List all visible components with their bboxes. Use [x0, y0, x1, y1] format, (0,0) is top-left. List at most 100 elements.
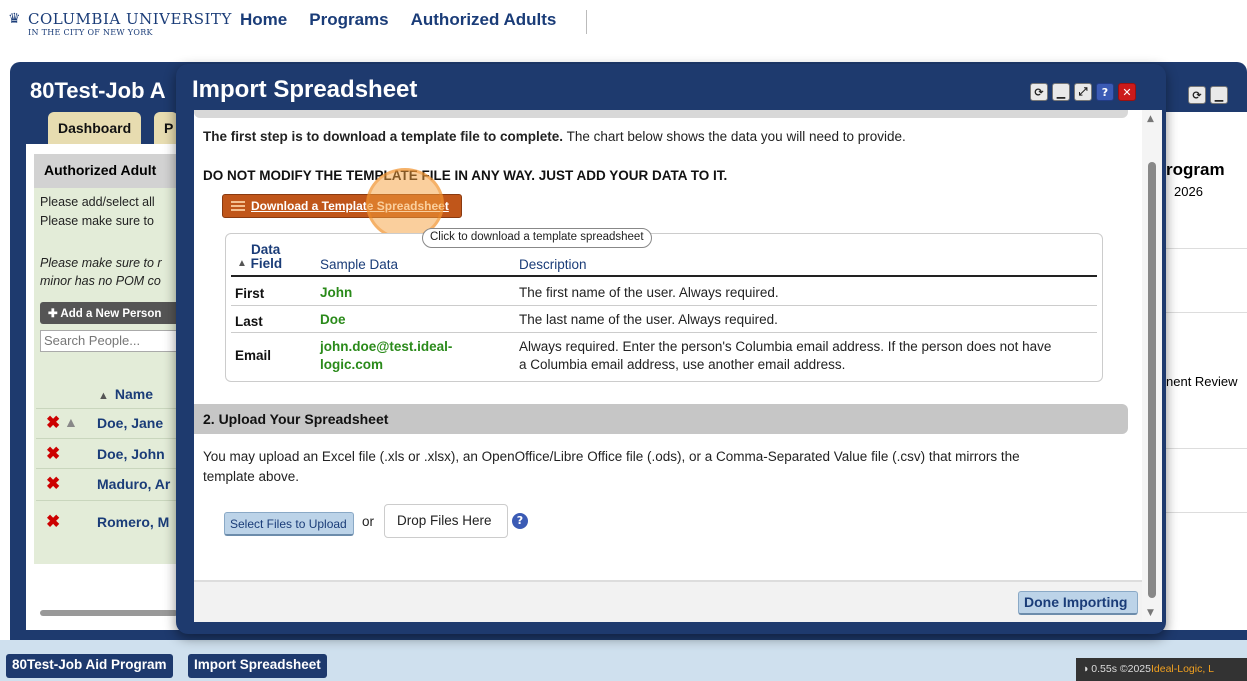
data-field-header-line1: Data [251, 242, 281, 257]
program-title: rogram [1166, 160, 1225, 179]
person-name[interactable]: Doe, John [97, 446, 165, 462]
top-navigation: ♛ COLUMBIA UNIVERSITY IN THE CITY OF NEW… [0, 0, 1247, 50]
logo-name: COLUMBIA UNIVERSITY [28, 10, 232, 28]
section-upload-header: 2. Upload Your Spreadsheet [194, 404, 1128, 434]
crown-icon: ♛ [8, 11, 21, 27]
name-column-header[interactable]: ▲ Name [98, 386, 153, 402]
panel-text-line: Please make sure to [40, 214, 154, 228]
delete-icon[interactable]: ✖ [46, 474, 60, 494]
help-icon[interactable]: ? [512, 513, 528, 529]
delete-icon[interactable]: ✖ [46, 413, 60, 433]
or-label: or [362, 514, 375, 529]
minimize-icon[interactable]: ▁ [1052, 83, 1070, 101]
refresh-icon[interactable]: ⟳ [1030, 83, 1048, 101]
column-header-data-field[interactable]: Data ▲ Field [237, 243, 282, 271]
done-importing-button[interactable]: Done Importing [1018, 591, 1138, 615]
program-year: 2026 [1174, 184, 1203, 199]
dialog-title: Import Spreadsheet [192, 76, 418, 103]
description-cell: The first name of the user. Always requi… [519, 285, 779, 300]
taskbar-tab-import[interactable]: Import Spreadsheet [188, 654, 327, 678]
footer-info: ◑ 0.55s ©2025Ideal-Logic, L [1076, 658, 1247, 681]
background-window-controls: ⟳ ▁ [1188, 86, 1228, 104]
sample-cell: John [320, 285, 353, 300]
scrollbar-thumb[interactable] [1148, 162, 1156, 598]
delete-icon[interactable]: ✖ [46, 512, 60, 532]
warning-icon: ▲ [64, 414, 78, 430]
upload-instructions: You may upload an Excel file (.xls or .x… [203, 447, 1113, 487]
field-cell: Last [235, 314, 263, 329]
logo-subtitle: IN THE CITY OF NEW YORK [28, 28, 153, 37]
vertical-scrollbar[interactable]: ▲ ▼ [1142, 110, 1162, 622]
person-name[interactable]: Doe, Jane [97, 415, 163, 431]
drop-files-zone[interactable]: Drop Files Here [384, 504, 508, 538]
plus-icon: ✚ [48, 308, 61, 320]
intro-bold: The first step is to download a template… [203, 129, 564, 144]
table-header-rule [231, 275, 1097, 277]
select-files-button[interactable]: Select Files to Upload [224, 512, 354, 536]
refresh-icon[interactable]: ⟳ [1188, 86, 1206, 104]
row-divider [36, 468, 182, 469]
field-cell: First [235, 286, 265, 301]
name-header-label: Name [114, 386, 154, 402]
upload-text-line2: template above. [203, 469, 300, 484]
nav-divider [586, 10, 587, 34]
taskbar-tab-program[interactable]: 80Test-Job Aid Program [6, 654, 173, 678]
review-label: nent Review [1166, 374, 1238, 389]
main-nav: Home Programs Authorized Adults [240, 10, 556, 30]
footer-brand[interactable]: Ideal-Logic, L [1151, 663, 1214, 675]
warning-text: DO NOT MODIFY THE TEMPLATE FILE IN ANY W… [203, 168, 728, 183]
intro-rest: The chart below shows the data you will … [563, 129, 906, 144]
dialog-footer [194, 580, 1142, 622]
panel-italic-line: Please make sure to r [40, 256, 162, 270]
scroll-down-icon[interactable]: ▼ [1147, 608, 1154, 618]
row-divider [36, 438, 182, 439]
description-line1: Always required. Enter the person's Colu… [519, 339, 1052, 354]
tab-partial[interactable]: P [154, 112, 178, 146]
person-name[interactable]: Maduro, Ar [97, 476, 170, 492]
panel-text-line: Please add/select all [40, 195, 155, 209]
column-header-description[interactable]: Description [519, 257, 587, 272]
scroll-up-icon[interactable]: ▲ [1147, 114, 1154, 124]
row-divider [36, 408, 182, 409]
delete-icon[interactable]: ✖ [46, 444, 60, 464]
sample-email-line2: logic.com [320, 357, 384, 372]
row-divider [231, 305, 1097, 306]
row-divider [231, 332, 1097, 333]
column-header-sample-data[interactable]: Sample Data [320, 257, 398, 272]
nav-authorized-adults[interactable]: Authorized Adults [411, 10, 557, 30]
person-name[interactable]: Romero, M [97, 514, 169, 530]
sample-email-line1: john.doe@test.ideal- [320, 339, 453, 354]
divider [1160, 248, 1247, 249]
add-person-label: Add a New Person [60, 308, 162, 320]
spreadsheet-icon [231, 201, 245, 211]
sample-cell: john.doe@test.ideal- logic.com [320, 338, 452, 374]
timer-icon: ◑ [1082, 663, 1089, 675]
search-people-input[interactable]: Search People... [40, 330, 180, 352]
minimize-icon[interactable]: ▁ [1210, 86, 1228, 104]
sort-asc-icon: ▲ [237, 258, 247, 269]
add-person-button[interactable]: ✚ Add a New Person [40, 302, 180, 324]
close-icon[interactable]: ✕ [1118, 83, 1136, 101]
download-tooltip: Click to download a template spreadsheet [422, 228, 652, 248]
tab-dashboard[interactable]: Dashboard [48, 112, 142, 146]
divider [1160, 448, 1247, 449]
section-band [194, 110, 1128, 118]
panel-title: Authorized Adult [34, 154, 182, 188]
maximize-icon[interactable]: ⤢ [1074, 83, 1092, 101]
footer-timing: 0.55s [1091, 663, 1117, 675]
scrollbar-thumb[interactable] [40, 610, 178, 616]
divider [1160, 512, 1247, 513]
divider [1160, 312, 1247, 313]
sample-cell: Doe [320, 312, 346, 327]
description-cell: The last name of the user. Always requir… [519, 312, 778, 327]
horizontal-scrollbar[interactable] [28, 606, 178, 620]
row-divider [36, 500, 182, 501]
nav-programs[interactable]: Programs [309, 10, 388, 30]
intro-text: The first step is to download a template… [203, 129, 906, 144]
sort-asc-icon: ▲ [98, 390, 109, 402]
help-icon[interactable]: ? [1096, 83, 1114, 101]
background-right-panel: rogram 2026 nent Review [1160, 112, 1247, 630]
data-field-header-line2: Field [250, 256, 283, 271]
panel-italic-line: minor has no POM co [40, 274, 161, 288]
nav-home[interactable]: Home [240, 10, 287, 30]
